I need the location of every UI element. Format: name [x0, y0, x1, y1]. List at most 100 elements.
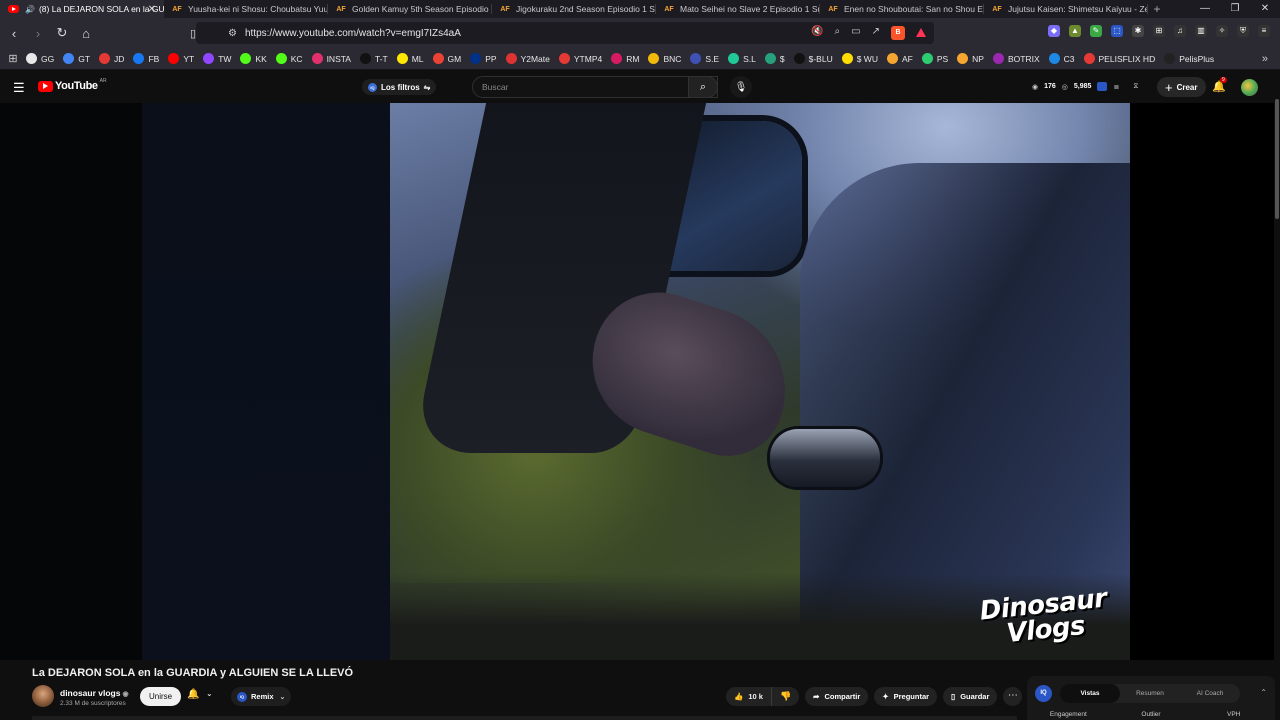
- menu-icon[interactable]: ☰: [13, 80, 25, 96]
- save-button[interactable]: ▯ Guardar: [943, 687, 998, 706]
- tab-ai-coach[interactable]: AI Coach: [1180, 684, 1240, 703]
- extension-icon[interactable]: ✎: [1090, 25, 1102, 37]
- bookmark-item[interactable]: JD: [99, 53, 124, 64]
- bookmark-item[interactable]: PP: [470, 53, 497, 64]
- bookmark-item[interactable]: $ WU: [841, 53, 878, 64]
- extension-icon[interactable]: ⬚: [1111, 25, 1123, 37]
- site-settings-icon[interactable]: ⚙: [228, 28, 237, 39]
- channel-name[interactable]: dinosaur vlogs ◉: [60, 688, 129, 698]
- browser-tab[interactable]: AF Jigokuraku 2nd Season Episodio 1 Sub: [492, 0, 656, 18]
- extension-icon[interactable]: ▲: [1069, 25, 1081, 37]
- more-actions-button[interactable]: ⋯: [1003, 687, 1023, 706]
- share-button[interactable]: ➦ Compartir: [805, 687, 869, 706]
- minimize-icon[interactable]: —: [1190, 0, 1220, 18]
- tab-vistas[interactable]: Vistas: [1060, 684, 1120, 703]
- avatar[interactable]: [1241, 79, 1258, 96]
- bookmark-item[interactable]: TW: [203, 53, 231, 64]
- bookmark-item[interactable]: S.E: [690, 53, 719, 64]
- bookmark-item[interactable]: PelisPlus: [1164, 53, 1214, 64]
- subscribed-bell-icon[interactable]: 🔔: [187, 689, 199, 700]
- bookmark-item[interactable]: GM: [432, 53, 461, 64]
- notifications-button[interactable]: 🔔 9: [1212, 77, 1227, 93]
- vidiq-icon[interactable]: [1097, 82, 1108, 91]
- extension-icon[interactable]: ✱: [1132, 25, 1144, 37]
- dislike-button[interactable]: 👎: [772, 687, 799, 706]
- zoom-icon[interactable]: ⌕: [835, 26, 841, 40]
- bookmark-icon[interactable]: ▯: [190, 27, 196, 40]
- apps-icon[interactable]: ⊞: [0, 52, 26, 65]
- sidebar-icon[interactable]: ▥: [1195, 25, 1207, 37]
- menu-icon[interactable]: ≡: [1258, 25, 1270, 37]
- music-icon[interactable]: ♫: [1174, 25, 1186, 37]
- bookmark-item[interactable]: BNC: [648, 53, 681, 64]
- search-input[interactable]: Buscar: [472, 76, 718, 98]
- bookmark-item[interactable]: C3: [1048, 53, 1075, 64]
- join-button[interactable]: Unirse: [140, 687, 182, 706]
- remix-button[interactable]: IQ Remix ⌄: [231, 687, 292, 706]
- bookmark-item[interactable]: Y2Mate: [505, 53, 550, 64]
- browser-tab[interactable]: AF Golden Kamuy 5th Season Episodio: [328, 0, 492, 18]
- restore-icon[interactable]: ❐: [1220, 0, 1250, 18]
- bookmark-item[interactable]: FB: [133, 53, 159, 64]
- picture-in-picture-icon[interactable]: ▭: [851, 26, 860, 40]
- bookmark-item[interactable]: ML: [396, 53, 424, 64]
- vidiq-icon[interactable]: IQ: [1035, 685, 1052, 702]
- tab-resumen[interactable]: Resumen: [1120, 684, 1180, 703]
- search-button[interactable]: ⌕: [688, 76, 718, 98]
- ask-button[interactable]: ✦ Preguntar: [874, 687, 938, 706]
- bookmark-item[interactable]: $: [764, 53, 785, 64]
- browser-tab[interactable]: AF Enen no Shouboutai: San no Shou Episod…: [820, 0, 984, 18]
- bookmark-item[interactable]: S.L: [728, 53, 756, 64]
- url-bar[interactable]: ▯ ⚙ https://www.youtube.com/watch?v=emgI…: [190, 22, 934, 44]
- bookmark-item[interactable]: YTMP4: [558, 53, 602, 64]
- like-button[interactable]: 👍 10 k: [726, 687, 772, 706]
- filters-button[interactable]: IQ Los filtros ⇋: [362, 79, 437, 95]
- extension-icon[interactable]: ◆: [1048, 25, 1060, 37]
- speaker-icon[interactable]: 🔊: [25, 5, 35, 14]
- close-window-icon[interactable]: ✕: [1250, 0, 1280, 18]
- bookmark-item[interactable]: INSTA: [311, 53, 351, 64]
- browser-tab[interactable]: 🔊 (8) La DEJARON SOLA en la GUARDIA y AL…: [0, 0, 164, 18]
- back-icon[interactable]: ‹: [4, 26, 24, 41]
- bookmark-item[interactable]: NP: [957, 53, 984, 64]
- bookmark-item[interactable]: PS: [921, 53, 948, 64]
- share-icon[interactable]: ↗: [872, 26, 880, 40]
- brave-rewards-icon[interactable]: [916, 28, 926, 37]
- bookmark-item[interactable]: BOTRIX: [992, 53, 1040, 64]
- forward-icon[interactable]: ›: [28, 26, 48, 41]
- voice-search-button[interactable]: 🎙: [730, 76, 752, 98]
- bookmark-item[interactable]: RM: [611, 53, 639, 64]
- close-tab-icon[interactable]: ✕: [148, 4, 156, 15]
- reload-icon[interactable]: ↻: [52, 25, 72, 41]
- create-button[interactable]: + Crear: [1157, 77, 1206, 97]
- page-scrollbar[interactable]: [1274, 71, 1280, 720]
- url-text[interactable]: https://www.youtube.com/watch?v=emgI7IZs…: [245, 28, 461, 39]
- browser-tab[interactable]: AF Jujutsu Kaisen: Shimetsu Kaiyuu - Zenp…: [984, 0, 1148, 18]
- bookmark-item[interactable]: T-T: [359, 53, 388, 64]
- leo-ai-icon[interactable]: ✧: [1216, 25, 1228, 37]
- browser-tab[interactable]: AF Mato Seihei no Slave 2 Episodio 1 Sub: [656, 0, 820, 18]
- bookmark-item[interactable]: GG: [26, 53, 54, 64]
- bookmark-item[interactable]: KK: [240, 53, 267, 64]
- youtube-logo[interactable]: YouTube AR: [38, 78, 107, 92]
- list-icon[interactable]: ≣: [1113, 83, 1119, 91]
- bookmark-item[interactable]: $-BLU: [793, 53, 833, 64]
- bookmark-item[interactable]: AF: [886, 53, 913, 64]
- more-bookmarks-icon[interactable]: »: [1262, 53, 1268, 65]
- bookmark-item[interactable]: KC: [275, 53, 303, 64]
- brave-shield-icon[interactable]: B: [891, 26, 905, 40]
- bookmark-item[interactable]: GT: [63, 53, 90, 64]
- mute-icon[interactable]: 🔇: [811, 26, 823, 40]
- bookmark-item[interactable]: YT: [168, 53, 194, 64]
- cast-icon[interactable]: ⧖: [1133, 83, 1138, 91]
- new-tab-button[interactable]: +: [1148, 2, 1166, 16]
- scrollbar-thumb[interactable]: [1275, 99, 1279, 219]
- chevron-down-icon[interactable]: ⌄: [206, 689, 213, 698]
- video-player[interactable]: Dinosaur Vlogs: [0, 103, 1280, 660]
- video-frame[interactable]: Dinosaur Vlogs: [142, 103, 1130, 660]
- browser-tab[interactable]: AF Yuusha-kei ni Shosu: Choubatsu Yuusha …: [164, 0, 328, 18]
- bookmark-item[interactable]: PELISFLIX HD: [1083, 53, 1155, 64]
- chevron-up-icon[interactable]: ⌃: [1260, 688, 1267, 697]
- extensions-menu-icon[interactable]: ⊞: [1153, 25, 1165, 37]
- channel-avatar[interactable]: [32, 685, 54, 707]
